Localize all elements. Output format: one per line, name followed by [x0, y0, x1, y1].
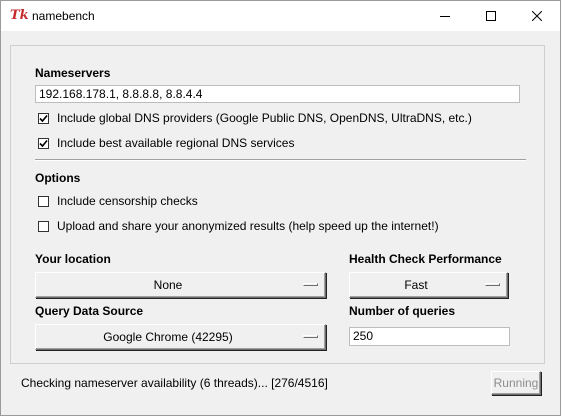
minimize-icon — [440, 16, 450, 17]
location-heading: Your location — [35, 252, 111, 266]
query-source-value: Google Chrome (42295) — [103, 330, 233, 344]
checkmark-icon — [39, 114, 48, 122]
query-source-dropdown[interactable]: Google Chrome (42295) — [35, 324, 326, 350]
checkmark-icon — [39, 139, 48, 147]
include-regional-row[interactable]: Include best available regional DNS serv… — [38, 136, 294, 150]
include-global-checkbox[interactable] — [38, 112, 49, 124]
tk-feather-icon: Tk — [10, 8, 29, 23]
minimize-button[interactable] — [422, 1, 468, 31]
health-check-value: Fast — [404, 278, 428, 292]
close-icon — [532, 11, 542, 21]
health-check-dropdown[interactable]: Fast — [349, 272, 508, 298]
maximize-button[interactable] — [468, 1, 514, 31]
censorship-label: Include censorship checks — [57, 194, 198, 208]
section-divider — [35, 159, 526, 161]
dropdown-indicator-icon — [303, 283, 318, 286]
health-check-heading: Health Check Performance — [349, 252, 502, 266]
maximize-icon — [486, 11, 496, 21]
upload-row[interactable]: Upload and share your anonymized results… — [38, 219, 439, 233]
dropdown-indicator-icon — [485, 283, 500, 286]
app-window: Tk namebench Nameservers 192.168.178.1, … — [0, 0, 561, 416]
upload-checkbox[interactable] — [38, 220, 49, 232]
include-regional-checkbox[interactable] — [38, 137, 49, 149]
query-source-heading: Query Data Source — [35, 304, 144, 318]
title-bar: Tk namebench — [1, 1, 560, 31]
running-button[interactable]: Running — [491, 371, 541, 395]
close-button[interactable] — [514, 1, 560, 31]
options-heading: Options — [35, 171, 81, 185]
include-regional-label: Include best available regional DNS serv… — [57, 136, 295, 150]
include-global-row[interactable]: Include global DNS providers (Google Pub… — [38, 111, 472, 125]
dropdown-indicator-icon — [303, 335, 318, 338]
upload-label: Upload and share your anonymized results… — [57, 219, 439, 233]
window-title: namebench — [32, 9, 95, 23]
nameservers-input[interactable]: 192.168.178.1, 8.8.8.8, 8.8.4.4 — [35, 85, 520, 103]
censorship-row[interactable]: Include censorship checks — [38, 194, 198, 208]
censorship-checkbox[interactable] — [38, 195, 49, 207]
num-queries-heading: Number of queries — [349, 304, 456, 318]
nameservers-heading: Nameservers — [35, 66, 111, 80]
status-text: Checking nameserver availability (6 thre… — [21, 376, 328, 390]
main-panel: Nameservers 192.168.178.1, 8.8.8.8, 8.8.… — [10, 45, 545, 364]
location-dropdown[interactable]: None — [35, 272, 326, 298]
include-global-label: Include global DNS providers (Google Pub… — [57, 111, 472, 125]
num-queries-input[interactable]: 250 — [349, 327, 510, 346]
location-value: None — [153, 278, 183, 292]
